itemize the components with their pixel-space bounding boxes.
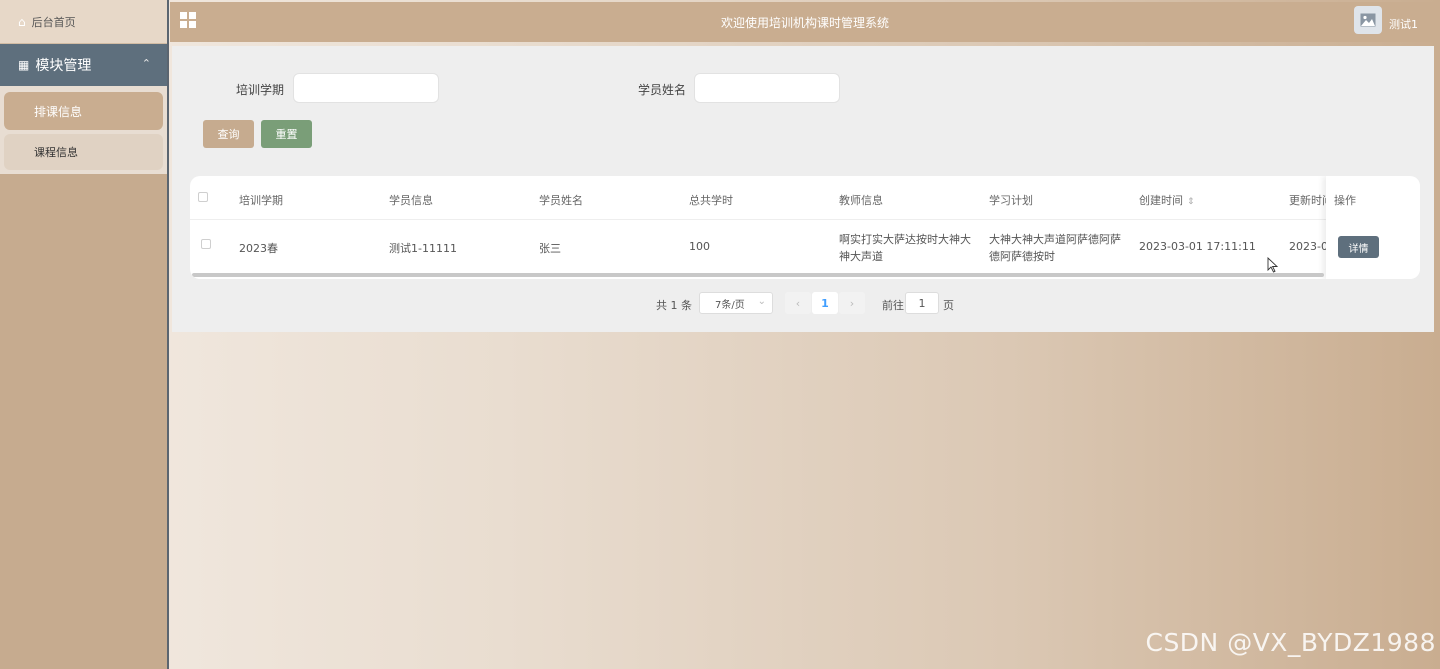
table-row: 2023春 测试1-11111 张三 100 啊实打实大萨达按时大神大神大声道 … bbox=[190, 220, 1420, 273]
cell-student-info: 测试1-11111 bbox=[389, 242, 457, 255]
page-size-value: 7条/页 bbox=[715, 299, 745, 311]
sidebar-item-schedule[interactable]: 排课信息 bbox=[4, 92, 163, 130]
column-header: 学员姓名 bbox=[539, 194, 583, 207]
app-background: ⌂ 后台首页 ▦ 模块管理 ⌃ 排课信息 课程信息 欢迎使用培训机构课时管理系统 bbox=[0, 0, 1440, 669]
row-checkbox[interactable] bbox=[201, 239, 211, 249]
cell-teacher-info: 啊实打实大萨达按时大神大神大声道 bbox=[839, 233, 971, 263]
sidebar-item-home[interactable]: ⌂ 后台首页 bbox=[0, 0, 167, 44]
cell-plan: 大神大神大声道阿萨德阿萨德阿萨德按时 bbox=[989, 233, 1121, 263]
current-page[interactable]: 1 bbox=[812, 292, 838, 314]
sidebar-group-label: 模块管理 bbox=[35, 58, 92, 74]
sidebar-submenu: 排课信息 课程信息 bbox=[0, 86, 167, 174]
cell-created: 2023-03-01 17:11:11 bbox=[1139, 240, 1256, 253]
sidebar-item-label: 课程信息 bbox=[34, 146, 78, 159]
horizontal-scrollbar[interactable] bbox=[192, 273, 1324, 277]
page-suffix: 页 bbox=[943, 299, 954, 312]
action-column: 操作 详情 bbox=[1326, 176, 1420, 279]
student-name-input[interactable] bbox=[694, 73, 840, 103]
term-input[interactable] bbox=[293, 73, 439, 103]
cell-hours: 100 bbox=[689, 240, 710, 253]
table-header: 培训学期 学员信息 学员姓名 总共学时 教师信息 学习计划 创建时间 ⇕ 更新时间 bbox=[190, 176, 1420, 220]
detail-button[interactable]: 详情 bbox=[1338, 236, 1379, 258]
user-name[interactable]: 测试1 bbox=[1389, 16, 1418, 32]
mouse-cursor-icon bbox=[1267, 257, 1279, 273]
data-table: 培训学期 学员信息 学员姓名 总共学时 教师信息 学习计划 创建时间 ⇕ 更新时间… bbox=[190, 176, 1420, 279]
next-page-button[interactable]: › bbox=[839, 292, 865, 314]
column-header: 学员信息 bbox=[389, 194, 433, 207]
top-bar: 欢迎使用培训机构课时管理系统 测试1 bbox=[170, 2, 1440, 42]
column-header-sortable[interactable]: 创建时间 ⇕ bbox=[1139, 192, 1195, 208]
term-label: 培训学期 bbox=[236, 83, 285, 97]
watermark: CSDN @VX_BYDZ1988 bbox=[1145, 628, 1436, 657]
cell-term: 2023春 bbox=[239, 242, 278, 255]
avatar[interactable] bbox=[1354, 6, 1382, 34]
image-icon bbox=[1360, 13, 1376, 27]
home-icon: ⌂ bbox=[18, 14, 26, 29]
prev-page-button[interactable]: ‹ bbox=[785, 292, 811, 314]
sort-icon[interactable]: ⇕ bbox=[1187, 197, 1195, 207]
column-header: 培训学期 bbox=[239, 194, 283, 207]
column-header-label: 创建时间 bbox=[1139, 194, 1183, 207]
select-all-checkbox[interactable] bbox=[198, 192, 208, 202]
student-name-label: 学员姓名 bbox=[638, 83, 687, 97]
chevron-up-icon: ⌃ bbox=[141, 57, 151, 70]
sidebar: ⌂ 后台首页 ▦ 模块管理 ⌃ 排课信息 课程信息 bbox=[0, 0, 169, 669]
cell-student-name: 张三 bbox=[539, 242, 561, 255]
sidebar-group-modules[interactable]: ▦ 模块管理 ⌃ bbox=[0, 44, 167, 86]
reset-button[interactable]: 重置 bbox=[261, 120, 312, 148]
goto-label: 前往 bbox=[882, 299, 904, 312]
pagination: 共 1 条 7条/页 ⌄ ‹ 1 › 前往 1 页 bbox=[172, 292, 1434, 314]
page-size-select[interactable]: 7条/页 ⌄ bbox=[699, 292, 773, 314]
page-title: 欢迎使用培训机构课时管理系统 bbox=[720, 16, 889, 30]
column-header: 总共学时 bbox=[689, 194, 733, 207]
sidebar-item-course[interactable]: 课程信息 bbox=[4, 134, 163, 170]
column-header: 操作 bbox=[1334, 194, 1356, 207]
column-header: 教师信息 bbox=[839, 194, 883, 207]
main-panel: 培训学期 学员姓名 查询 重置 培训学期 学员信息 学员姓名 总共学时 教师信息… bbox=[172, 46, 1434, 332]
sidebar-item-label: 排课信息 bbox=[34, 104, 83, 119]
query-button[interactable]: 查询 bbox=[203, 120, 254, 148]
sidebar-home-label: 后台首页 bbox=[31, 15, 76, 29]
chevron-down-icon: ⌄ bbox=[757, 296, 766, 307]
grid-icon: ▦ bbox=[18, 58, 30, 72]
pager-total: 共 1 条 bbox=[656, 299, 692, 312]
column-header: 学习计划 bbox=[989, 194, 1033, 207]
goto-page-input[interactable]: 1 bbox=[905, 292, 939, 314]
